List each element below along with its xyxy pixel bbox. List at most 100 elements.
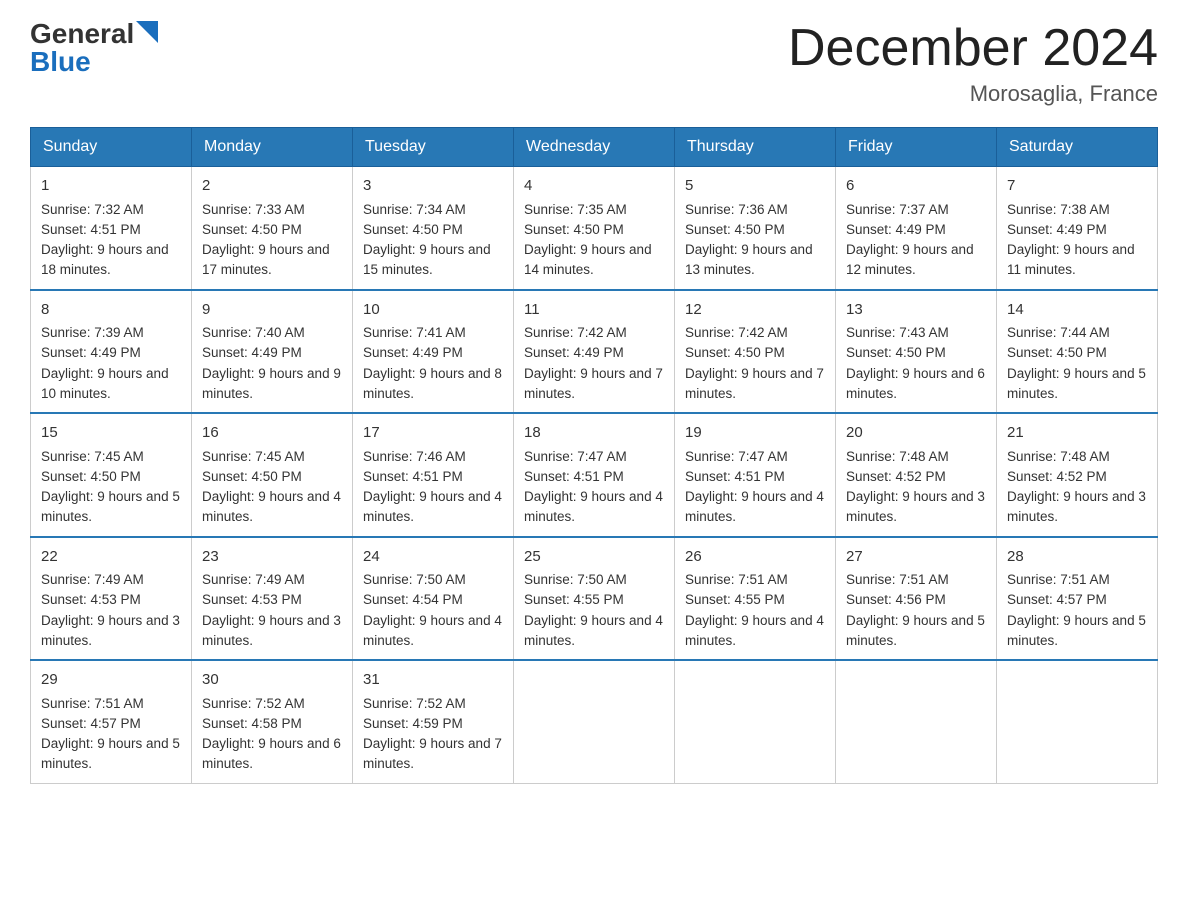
sunset-label: Sunset: 4:55 PM xyxy=(685,592,785,607)
calendar-cell: 30 Sunrise: 7:52 AM Sunset: 4:58 PM Dayl… xyxy=(192,660,353,783)
sunrise-label: Sunrise: 7:45 AM xyxy=(202,449,305,464)
sunset-label: Sunset: 4:50 PM xyxy=(202,469,302,484)
daylight-label: Daylight: 9 hours and 5 minutes. xyxy=(41,489,180,524)
sunset-label: Sunset: 4:50 PM xyxy=(1007,345,1107,360)
daylight-label: Daylight: 9 hours and 7 minutes. xyxy=(524,366,663,401)
calendar-cell: 19 Sunrise: 7:47 AM Sunset: 4:51 PM Dayl… xyxy=(675,413,836,537)
sunset-label: Sunset: 4:49 PM xyxy=(41,345,141,360)
calendar-cell: 22 Sunrise: 7:49 AM Sunset: 4:53 PM Dayl… xyxy=(31,537,192,661)
daylight-label: Daylight: 9 hours and 5 minutes. xyxy=(1007,366,1146,401)
day-number: 1 xyxy=(41,175,181,198)
sunrise-label: Sunrise: 7:48 AM xyxy=(1007,449,1110,464)
day-number: 20 xyxy=(846,422,986,445)
logo-blue-text: Blue xyxy=(30,48,91,76)
calendar-cell: 11 Sunrise: 7:42 AM Sunset: 4:49 PM Dayl… xyxy=(514,290,675,414)
day-number: 4 xyxy=(524,175,664,198)
daylight-label: Daylight: 9 hours and 4 minutes. xyxy=(685,489,824,524)
sunset-label: Sunset: 4:49 PM xyxy=(363,345,463,360)
daylight-label: Daylight: 9 hours and 4 minutes. xyxy=(524,613,663,648)
sunset-label: Sunset: 4:51 PM xyxy=(363,469,463,484)
daylight-label: Daylight: 9 hours and 14 minutes. xyxy=(524,242,652,277)
page-header: General Blue December 2024 Morosaglia, F… xyxy=(30,20,1158,107)
calendar-cell: 9 Sunrise: 7:40 AM Sunset: 4:49 PM Dayli… xyxy=(192,290,353,414)
sunrise-label: Sunrise: 7:47 AM xyxy=(685,449,788,464)
day-number: 8 xyxy=(41,299,181,322)
calendar-cell: 4 Sunrise: 7:35 AM Sunset: 4:50 PM Dayli… xyxy=(514,167,675,290)
sunrise-label: Sunrise: 7:49 AM xyxy=(41,572,144,587)
daylight-label: Daylight: 9 hours and 10 minutes. xyxy=(41,366,169,401)
daylight-label: Daylight: 9 hours and 15 minutes. xyxy=(363,242,491,277)
calendar-cell xyxy=(836,660,997,783)
calendar-cell: 29 Sunrise: 7:51 AM Sunset: 4:57 PM Dayl… xyxy=(31,660,192,783)
daylight-label: Daylight: 9 hours and 5 minutes. xyxy=(41,736,180,771)
calendar-cell: 7 Sunrise: 7:38 AM Sunset: 4:49 PM Dayli… xyxy=(997,167,1158,290)
sunrise-label: Sunrise: 7:32 AM xyxy=(41,202,144,217)
calendar-header-row: Sunday Monday Tuesday Wednesday Thursday… xyxy=(31,128,1158,167)
daylight-label: Daylight: 9 hours and 7 minutes. xyxy=(685,366,824,401)
col-header-tuesday: Tuesday xyxy=(353,128,514,167)
calendar-week-1: 1 Sunrise: 7:32 AM Sunset: 4:51 PM Dayli… xyxy=(31,167,1158,290)
logo: General Blue xyxy=(30,20,158,76)
calendar-cell: 6 Sunrise: 7:37 AM Sunset: 4:49 PM Dayli… xyxy=(836,167,997,290)
sunrise-label: Sunrise: 7:51 AM xyxy=(846,572,949,587)
day-number: 31 xyxy=(363,669,503,692)
calendar-cell: 28 Sunrise: 7:51 AM Sunset: 4:57 PM Dayl… xyxy=(997,537,1158,661)
sunset-label: Sunset: 4:55 PM xyxy=(524,592,624,607)
calendar-cell: 17 Sunrise: 7:46 AM Sunset: 4:51 PM Dayl… xyxy=(353,413,514,537)
title-block: December 2024 Morosaglia, France xyxy=(788,20,1158,107)
calendar-table: Sunday Monday Tuesday Wednesday Thursday… xyxy=(30,127,1158,784)
location-title: Morosaglia, France xyxy=(788,81,1158,107)
sunset-label: Sunset: 4:50 PM xyxy=(685,222,785,237)
sunset-label: Sunset: 4:49 PM xyxy=(202,345,302,360)
calendar-week-2: 8 Sunrise: 7:39 AM Sunset: 4:49 PM Dayli… xyxy=(31,290,1158,414)
day-number: 14 xyxy=(1007,299,1147,322)
sunset-label: Sunset: 4:50 PM xyxy=(846,345,946,360)
day-number: 15 xyxy=(41,422,181,445)
sunrise-label: Sunrise: 7:47 AM xyxy=(524,449,627,464)
sunset-label: Sunset: 4:50 PM xyxy=(685,345,785,360)
daylight-label: Daylight: 9 hours and 3 minutes. xyxy=(41,613,180,648)
calendar-cell: 24 Sunrise: 7:50 AM Sunset: 4:54 PM Dayl… xyxy=(353,537,514,661)
day-number: 9 xyxy=(202,299,342,322)
sunrise-label: Sunrise: 7:43 AM xyxy=(846,325,949,340)
day-number: 30 xyxy=(202,669,342,692)
sunrise-label: Sunrise: 7:52 AM xyxy=(202,696,305,711)
daylight-label: Daylight: 9 hours and 18 minutes. xyxy=(41,242,169,277)
sunset-label: Sunset: 4:57 PM xyxy=(41,716,141,731)
sunset-label: Sunset: 4:51 PM xyxy=(685,469,785,484)
daylight-label: Daylight: 9 hours and 6 minutes. xyxy=(846,366,985,401)
day-number: 26 xyxy=(685,546,825,569)
calendar-cell: 25 Sunrise: 7:50 AM Sunset: 4:55 PM Dayl… xyxy=(514,537,675,661)
daylight-label: Daylight: 9 hours and 8 minutes. xyxy=(363,366,502,401)
calendar-week-5: 29 Sunrise: 7:51 AM Sunset: 4:57 PM Dayl… xyxy=(31,660,1158,783)
calendar-cell: 14 Sunrise: 7:44 AM Sunset: 4:50 PM Dayl… xyxy=(997,290,1158,414)
sunrise-label: Sunrise: 7:51 AM xyxy=(685,572,788,587)
daylight-label: Daylight: 9 hours and 17 minutes. xyxy=(202,242,330,277)
sunrise-label: Sunrise: 7:35 AM xyxy=(524,202,627,217)
daylight-label: Daylight: 9 hours and 4 minutes. xyxy=(685,613,824,648)
sunrise-label: Sunrise: 7:37 AM xyxy=(846,202,949,217)
day-number: 25 xyxy=(524,546,664,569)
calendar-cell xyxy=(675,660,836,783)
calendar-cell: 23 Sunrise: 7:49 AM Sunset: 4:53 PM Dayl… xyxy=(192,537,353,661)
calendar-cell: 26 Sunrise: 7:51 AM Sunset: 4:55 PM Dayl… xyxy=(675,537,836,661)
day-number: 23 xyxy=(202,546,342,569)
day-number: 29 xyxy=(41,669,181,692)
day-number: 12 xyxy=(685,299,825,322)
daylight-label: Daylight: 9 hours and 9 minutes. xyxy=(202,366,341,401)
day-number: 13 xyxy=(846,299,986,322)
calendar-cell: 3 Sunrise: 7:34 AM Sunset: 4:50 PM Dayli… xyxy=(353,167,514,290)
sunset-label: Sunset: 4:49 PM xyxy=(846,222,946,237)
col-header-thursday: Thursday xyxy=(675,128,836,167)
calendar-cell: 27 Sunrise: 7:51 AM Sunset: 4:56 PM Dayl… xyxy=(836,537,997,661)
calendar-cell: 21 Sunrise: 7:48 AM Sunset: 4:52 PM Dayl… xyxy=(997,413,1158,537)
calendar-cell: 10 Sunrise: 7:41 AM Sunset: 4:49 PM Dayl… xyxy=(353,290,514,414)
sunrise-label: Sunrise: 7:38 AM xyxy=(1007,202,1110,217)
calendar-cell: 5 Sunrise: 7:36 AM Sunset: 4:50 PM Dayli… xyxy=(675,167,836,290)
sunrise-label: Sunrise: 7:50 AM xyxy=(363,572,466,587)
sunrise-label: Sunrise: 7:51 AM xyxy=(41,696,144,711)
day-number: 22 xyxy=(41,546,181,569)
sunrise-label: Sunrise: 7:51 AM xyxy=(1007,572,1110,587)
sunset-label: Sunset: 4:51 PM xyxy=(41,222,141,237)
calendar-cell: 31 Sunrise: 7:52 AM Sunset: 4:59 PM Dayl… xyxy=(353,660,514,783)
